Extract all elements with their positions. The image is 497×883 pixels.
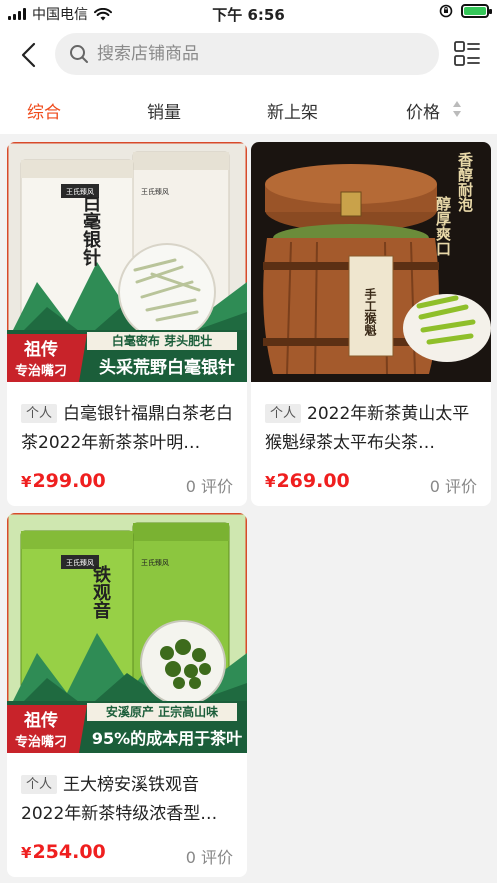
sort-sales[interactable]: 销量 (147, 98, 181, 123)
sort-arrows-icon[interactable] (452, 100, 462, 118)
product-image[interactable]: 王氏臻风 王氏臻风 安溪原产 正宗高山味 95%的成本用于茶叶 祖传 专治嘴刁 (7, 513, 247, 753)
product-card[interactable]: 王氏臻风 王氏臻风 白毫密布 芽头肥壮 头采荒野白毫银针 祖传 专治嘴刁 白毫银… (7, 142, 247, 506)
review-count: 0 评价 (185, 477, 233, 496)
status-bar: 中国电信 下午 6:56 (0, 0, 497, 26)
status-right (439, 4, 492, 18)
product-price: ¥254.00 (21, 841, 106, 863)
image-slogan-left: 醇厚爽口 (434, 196, 452, 256)
back-arrow-icon[interactable] (14, 40, 44, 70)
image-can-label: 铁观音 (90, 565, 111, 619)
sort-bar: 综合 销量 新上架 价格 (0, 84, 497, 134)
seller-tag: 个人 (265, 404, 302, 423)
image-can-label: 白毫银针 (80, 194, 101, 266)
image-badge-top: 祖传 (23, 710, 58, 731)
product-grid: 王氏臻风 王氏臻风 白毫密布 芽头肥壮 头采荒野白毫银针 祖传 专治嘴刁 白毫银… (0, 134, 497, 883)
image-slogan-right: 香醇耐泡 (456, 152, 474, 212)
seller-tag: 个人 (21, 775, 58, 794)
product-price: ¥269.00 (265, 470, 350, 492)
price-value: 299.00 (32, 470, 106, 492)
product-card[interactable]: 香醇耐泡 醇厚爽口 手工猴魁 个人 2022年新茶黄山太平猴魁绿茶太平布尖茶… ¥… (251, 142, 491, 506)
currency-symbol: ¥ (21, 473, 32, 491)
image-barrel-label: 手工猴魁 (363, 288, 377, 336)
sort-comprehensive[interactable]: 综合 (27, 98, 61, 123)
sort-price[interactable]: 价格 (406, 98, 440, 123)
battery-icon (461, 4, 492, 18)
header (0, 26, 497, 84)
currency-symbol: ¥ (265, 473, 276, 491)
search-box[interactable] (55, 33, 439, 75)
status-time: 下午 6:56 (212, 6, 285, 24)
image-brand-back: 王氏臻风 (141, 187, 169, 196)
image-banner-top: 安溪原产 正宗高山味 (106, 704, 218, 719)
price-value: 269.00 (276, 470, 350, 492)
currency-symbol: ¥ (21, 844, 32, 862)
product-card[interactable]: 王氏臻风 王氏臻风 安溪原产 正宗高山味 95%的成本用于茶叶 祖传 专治嘴刁 … (7, 513, 247, 877)
image-badge-bottom: 专治嘴刁 (15, 734, 67, 750)
orientation-lock-icon (439, 4, 453, 18)
review-count: 0 评价 (429, 477, 477, 496)
product-price: ¥299.00 (21, 470, 106, 492)
price-value: 254.00 (32, 841, 106, 863)
review-count: 0 评价 (185, 848, 233, 867)
search-icon (70, 45, 88, 63)
product-title[interactable]: 个人 2022年新茶黄山太平猴魁绿茶太平布尖茶… (265, 400, 477, 458)
image-brand-back: 王氏臻风 (141, 558, 169, 567)
category-menu-icon[interactable] (452, 39, 482, 69)
image-badge-top: 祖传 (23, 339, 58, 360)
image-banner-main: 头采荒野白毫银针 (99, 357, 235, 378)
image-banner-top: 白毫密布 芽头肥壮 (112, 333, 212, 348)
image-badge-bottom: 专治嘴刁 (15, 363, 67, 379)
product-image[interactable]: 王氏臻风 王氏臻风 白毫密布 芽头肥壮 头采荒野白毫银针 祖传 专治嘴刁 (7, 142, 247, 382)
sort-newest[interactable]: 新上架 (267, 98, 318, 123)
product-title[interactable]: 个人 王大榜安溪铁观音2022年新茶特级浓香型… (21, 771, 233, 829)
search-input[interactable] (97, 44, 397, 64)
image-banner-main: 95%的成本用于茶叶 (92, 729, 242, 748)
product-title[interactable]: 个人 白毫银针福鼎白茶老白茶2022年新茶茶叶明… (21, 400, 233, 458)
seller-tag: 个人 (21, 404, 58, 423)
